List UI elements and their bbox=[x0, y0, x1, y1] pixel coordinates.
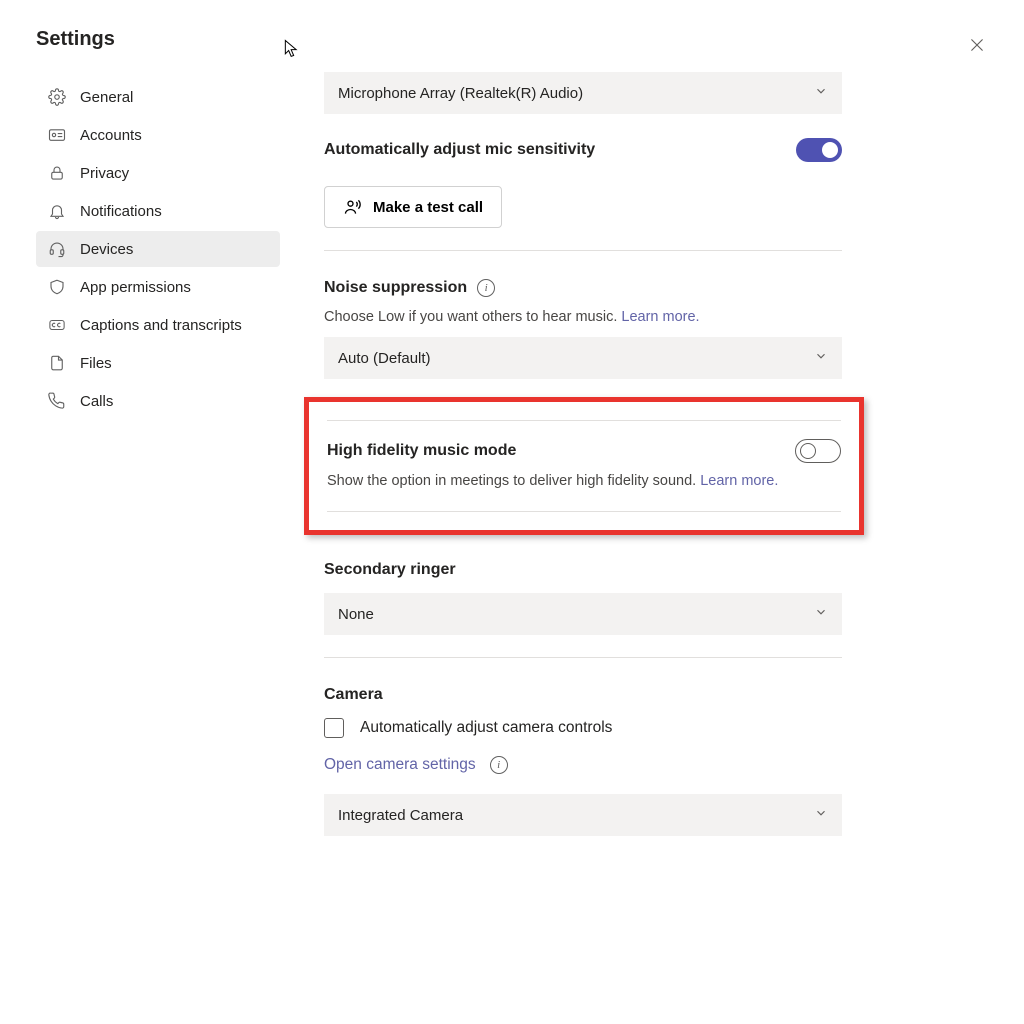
microphone-select-value: Microphone Array (Realtek(R) Audio) bbox=[338, 85, 583, 102]
sidebar-nav: General Accounts Privacy Notifications bbox=[36, 79, 280, 419]
main-content: Microphone Array (Realtek(R) Audio) Auto… bbox=[280, 28, 988, 1024]
page-title: Settings bbox=[36, 28, 280, 51]
info-icon[interactable]: i bbox=[477, 279, 495, 297]
secondary-ringer-section: Secondary ringer None bbox=[324, 561, 988, 635]
sidebar-item-label: Captions and transcripts bbox=[80, 317, 242, 334]
hifi-description: Show the option in meetings to deliver h… bbox=[327, 473, 841, 489]
sidebar-item-label: General bbox=[80, 89, 133, 106]
sidebar-item-devices[interactable]: Devices bbox=[36, 231, 280, 267]
secondary-ringer-select-value: None bbox=[338, 606, 374, 623]
noise-suppression-heading-row: Noise suppression i bbox=[324, 279, 988, 297]
microphone-select[interactable]: Microphone Array (Realtek(R) Audio) bbox=[324, 72, 842, 114]
camera-select[interactable]: Integrated Camera bbox=[324, 794, 842, 836]
sidebar-item-notifications[interactable]: Notifications bbox=[36, 193, 280, 229]
camera-auto-adjust-row: Automatically adjust camera controls bbox=[324, 718, 988, 738]
open-camera-settings-row: Open camera settings i bbox=[324, 756, 988, 774]
chevron-down-icon bbox=[814, 349, 828, 367]
sidebar-item-app-permissions[interactable]: App permissions bbox=[36, 269, 280, 305]
hifi-row: High fidelity music mode bbox=[327, 439, 841, 463]
hifi-toggle[interactable] bbox=[795, 439, 841, 463]
make-test-call-button[interactable]: Make a test call bbox=[324, 186, 502, 228]
divider bbox=[324, 657, 842, 658]
captions-icon bbox=[48, 316, 66, 334]
bell-icon bbox=[48, 202, 66, 220]
auto-mic-sensitivity-toggle[interactable] bbox=[796, 138, 842, 162]
info-icon[interactable]: i bbox=[490, 756, 508, 774]
camera-heading: Camera bbox=[324, 686, 988, 704]
sidebar-item-label: App permissions bbox=[80, 279, 191, 296]
sidebar-item-label: Privacy bbox=[80, 165, 129, 182]
hifi-learn-more-link[interactable]: Learn more. bbox=[700, 473, 778, 489]
camera-auto-adjust-label: Automatically adjust camera controls bbox=[360, 719, 612, 737]
sidebar-item-general[interactable]: General bbox=[36, 79, 280, 115]
camera-section: Camera Automatically adjust camera contr… bbox=[324, 686, 988, 836]
phone-icon bbox=[48, 392, 66, 410]
chevron-down-icon bbox=[814, 806, 828, 824]
secondary-ringer-heading: Secondary ringer bbox=[324, 561, 988, 579]
noise-suppression-heading: Noise suppression bbox=[324, 279, 467, 297]
accounts-icon bbox=[48, 126, 66, 144]
sidebar-item-captions[interactable]: Captions and transcripts bbox=[36, 307, 280, 343]
chevron-down-icon bbox=[814, 84, 828, 102]
make-test-call-label: Make a test call bbox=[373, 199, 483, 216]
noise-learn-more-link[interactable]: Learn more. bbox=[621, 309, 699, 325]
divider bbox=[327, 511, 841, 512]
noise-suppression-select-value: Auto (Default) bbox=[338, 350, 431, 367]
camera-auto-adjust-checkbox[interactable] bbox=[324, 718, 344, 738]
close-button[interactable] bbox=[968, 36, 992, 60]
headset-icon bbox=[48, 240, 66, 258]
auto-mic-sensitivity-row: Automatically adjust mic sensitivity bbox=[324, 138, 842, 162]
sidebar-item-label: Devices bbox=[80, 241, 133, 258]
secondary-ringer-select[interactable]: None bbox=[324, 593, 842, 635]
sidebar-item-calls[interactable]: Calls bbox=[36, 383, 280, 419]
noise-suppression-select[interactable]: Auto (Default) bbox=[324, 337, 842, 379]
noise-suppression-description: Choose Low if you want others to hear mu… bbox=[324, 309, 842, 325]
sidebar-item-label: Accounts bbox=[80, 127, 142, 144]
sidebar-item-label: Notifications bbox=[80, 203, 162, 220]
settings-panel: Settings General Accounts Privacy bbox=[0, 0, 1024, 1024]
divider bbox=[324, 250, 842, 251]
close-icon bbox=[968, 36, 986, 54]
test-call-icon bbox=[343, 197, 363, 217]
hifi-heading: High fidelity music mode bbox=[327, 442, 516, 460]
lock-icon bbox=[48, 164, 66, 182]
sidebar-item-label: Calls bbox=[80, 393, 113, 410]
camera-select-value: Integrated Camera bbox=[338, 807, 463, 824]
auto-mic-sensitivity-label: Automatically adjust mic sensitivity bbox=[324, 141, 595, 159]
sidebar-item-files[interactable]: Files bbox=[36, 345, 280, 381]
sidebar-item-label: Files bbox=[80, 355, 112, 372]
chevron-down-icon bbox=[814, 605, 828, 623]
file-icon bbox=[48, 354, 66, 372]
sidebar-item-privacy[interactable]: Privacy bbox=[36, 155, 280, 191]
divider bbox=[327, 420, 841, 421]
sidebar-item-accounts[interactable]: Accounts bbox=[36, 117, 280, 153]
shield-icon bbox=[48, 278, 66, 296]
sidebar: Settings General Accounts Privacy bbox=[36, 28, 280, 1024]
open-camera-settings-link[interactable]: Open camera settings bbox=[324, 756, 476, 774]
gear-icon bbox=[48, 88, 66, 106]
hifi-highlight-box: High fidelity music mode Show the option… bbox=[304, 397, 864, 535]
